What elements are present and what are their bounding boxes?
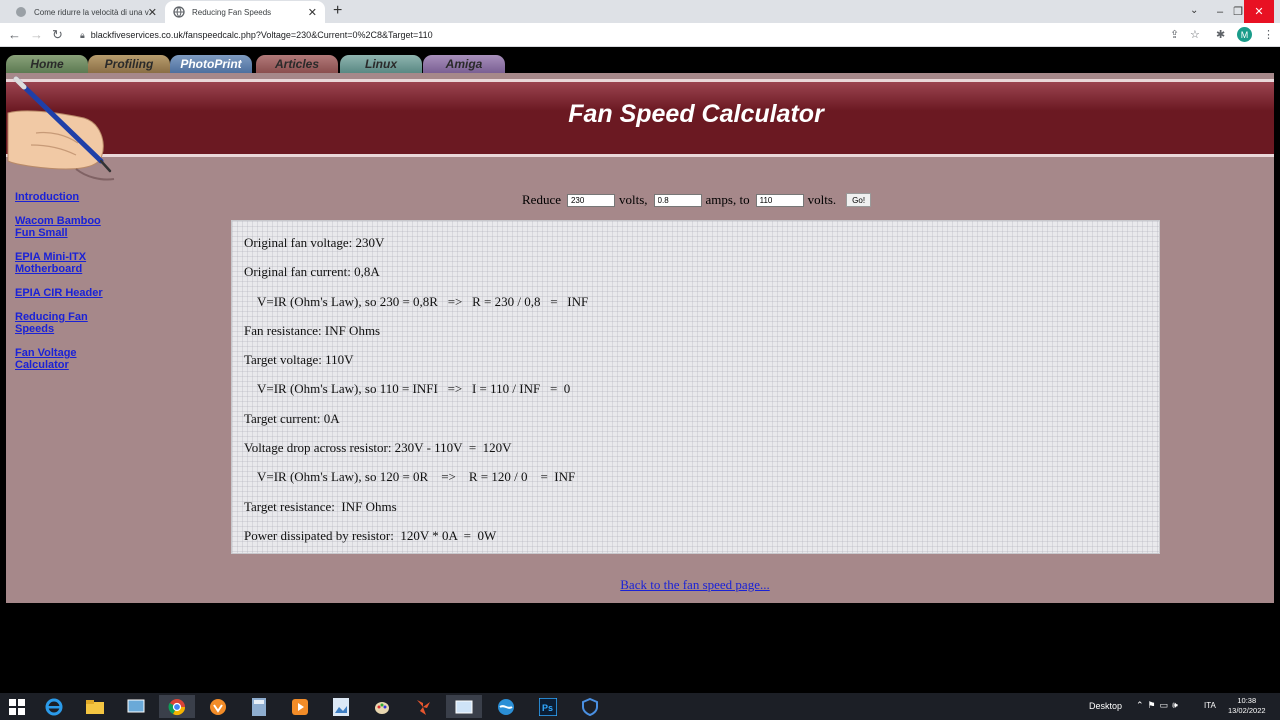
- content-area: Fan Speed Calculator Introduction Wacom …: [6, 73, 1274, 603]
- sidebar-link-introduction[interactable]: Introduction: [15, 191, 115, 203]
- clock-time: 10:38: [1237, 696, 1257, 705]
- close-window-icon[interactable]: ✕: [1244, 0, 1274, 23]
- control-panel-icon[interactable]: [118, 695, 154, 718]
- svg-text:Ps: Ps: [542, 703, 553, 713]
- new-tab-button[interactable]: +: [333, 2, 342, 20]
- nav-tab-profiling[interactable]: Profiling: [88, 55, 170, 73]
- result-line: Original fan voltage: 230V: [244, 235, 385, 250]
- extensions-puzzle-icon[interactable]: ✱: [1216, 28, 1225, 41]
- clock-date: 13/02/2022: [1228, 706, 1266, 715]
- header-banner: Fan Speed Calculator: [6, 79, 1274, 157]
- nav-tab-amiga[interactable]: Amiga: [423, 55, 505, 73]
- chrome-icon[interactable]: [159, 695, 195, 718]
- go-button[interactable]: Go!: [846, 193, 872, 207]
- result-line: Target resistance: INF Ohms: [244, 498, 397, 514]
- photos-icon[interactable]: [323, 695, 359, 718]
- close-tab-icon[interactable]: ✕: [148, 6, 157, 19]
- reduce-label: Reduce: [522, 192, 561, 207]
- sidebar-menu: Introduction Wacom Bamboo Fun Small EPIA …: [15, 191, 115, 383]
- result-line: V=IR (Ohm's Law), so 110 = INFI => I = 1…: [257, 381, 571, 397]
- windows-taskbar: Ps Desktop ⌃⚑▭🕪︎ ITA 10:38 13/02/2022: [0, 693, 1280, 720]
- result-line: Target current: 0A: [244, 410, 340, 426]
- result-line: Voltage drop across resistor: 230V - 110…: [244, 440, 512, 456]
- back-to-fan-speed-link[interactable]: Back to the fan speed page...: [6, 577, 1280, 593]
- calculator-icon[interactable]: [241, 695, 277, 718]
- volts-label: volts,: [618, 192, 648, 207]
- result-line: V=IR (Ohm's Law), so 230 = 0,8R => R = 2…: [257, 293, 589, 309]
- globe-icon: [173, 6, 185, 18]
- avast-browser-icon[interactable]: [200, 695, 236, 718]
- result-line: Fan resistance: INF Ohms: [244, 322, 381, 338]
- sidebar-link-reducing-fan-speeds[interactable]: Reducing Fan Speeds: [15, 311, 115, 335]
- lock-icon[interactable]: 🔒︎: [80, 30, 85, 41]
- windows-start-icon[interactable]: [0, 695, 34, 718]
- current-input[interactable]: [653, 193, 702, 207]
- web-page: Home Profiling PhotoPrint Articles Linux…: [0, 47, 1280, 693]
- sidebar-link-epia-cir-header[interactable]: EPIA CIR Header: [15, 287, 115, 299]
- tab-title: Come ridurre la velocità di una v: [34, 7, 149, 17]
- media-player-icon[interactable]: [282, 695, 318, 718]
- site-favicon-icon: [15, 6, 27, 18]
- back-arrow-icon[interactable]: ←: [8, 27, 21, 42]
- hand-with-pen-icon: [7, 76, 115, 181]
- result-line: V=IR (Ohm's Law), so 120 = 0R => R = 120…: [257, 469, 576, 485]
- system-clock[interactable]: 10:38 13/02/2022: [1228, 696, 1266, 716]
- sidebar-link-wacom-bamboo[interactable]: Wacom Bamboo Fun Small: [15, 215, 115, 239]
- tab-search-icon[interactable]: ⌄: [1190, 5, 1198, 16]
- file-explorer-icon[interactable]: [77, 695, 113, 718]
- photoshop-icon[interactable]: Ps: [530, 695, 566, 718]
- close-tab-icon[interactable]: ✕: [308, 6, 317, 19]
- restore-icon[interactable]: ❐: [1232, 0, 1244, 23]
- sidebar-link-epia-mini-itx[interactable]: EPIA Mini-ITX Motherboard: [15, 251, 115, 275]
- nav-tab-articles[interactable]: Articles: [256, 55, 338, 73]
- target-volts-label: volts.: [807, 192, 837, 207]
- voltage-input[interactable]: [566, 193, 615, 207]
- input-language-indicator[interactable]: ITA: [1204, 701, 1216, 710]
- reload-icon[interactable]: ↻: [52, 27, 63, 43]
- tab-title: Reducing Fan Speeds: [192, 7, 272, 17]
- nav-tab-linux[interactable]: Linux: [340, 55, 422, 73]
- address-bar[interactable]: 🔒︎ blackfiveservices.co.uk/fanspeedcalc.…: [76, 26, 1158, 44]
- result-line: Original fan current: 0,8A: [244, 264, 380, 280]
- site-navigation: Home Profiling PhotoPrint Articles Linux…: [0, 47, 1280, 73]
- nav-tab-photoprint[interactable]: PhotoPrint: [170, 55, 252, 73]
- active-window-icon[interactable]: [446, 695, 482, 718]
- paint-icon[interactable]: [364, 695, 400, 718]
- browser-tab-bar: Come ridurre la velocità di una v ✕ Redu…: [0, 0, 1280, 23]
- network-app-icon[interactable]: [488, 695, 524, 718]
- url-text[interactable]: blackfiveservices.co.uk/fanspeedcalc.php…: [91, 30, 433, 40]
- result-line: Power dissipated by resistor: 120V * 0A …: [244, 527, 497, 543]
- profile-avatar[interactable]: M: [1237, 27, 1252, 42]
- kebab-menu-icon[interactable]: ⋮: [1263, 28, 1274, 41]
- forward-arrow-icon[interactable]: →: [30, 27, 43, 42]
- internet-explorer-icon[interactable]: [36, 695, 72, 718]
- system-tray-icons[interactable]: ⌃⚑▭🕪︎: [1136, 700, 1182, 711]
- desktop-toolbar-label[interactable]: Desktop: [1089, 701, 1122, 711]
- results-panel: Original fan voltage: 230V Original fan …: [231, 220, 1160, 554]
- fan-control-icon[interactable]: [405, 695, 441, 718]
- browser-tab-inactive[interactable]: Come ridurre la velocità di una v ✕: [7, 1, 165, 23]
- browser-tab-active[interactable]: Reducing Fan Speeds ✕: [165, 1, 325, 23]
- nav-tab-home[interactable]: Home: [6, 55, 88, 73]
- page-title: Fan Speed Calculator: [568, 100, 824, 128]
- sidebar-link-fan-voltage-calculator[interactable]: Fan Voltage Calculator: [15, 347, 115, 371]
- browser-toolbar: ← → ↻ 🔒︎ blackfiveservices.co.uk/fanspee…: [0, 23, 1280, 47]
- target-voltage-input[interactable]: [755, 193, 804, 207]
- share-icon[interactable]: ⇪: [1170, 28, 1179, 41]
- bookmark-star-icon[interactable]: ☆: [1190, 28, 1200, 41]
- calculator-form: Reduce volts, amps, to volts. Go!: [522, 192, 872, 208]
- minimize-icon[interactable]: –: [1208, 0, 1232, 23]
- security-shield-icon[interactable]: [572, 695, 608, 718]
- amps-label: amps, to: [705, 192, 750, 207]
- result-line: Target voltage: 110V: [244, 352, 354, 368]
